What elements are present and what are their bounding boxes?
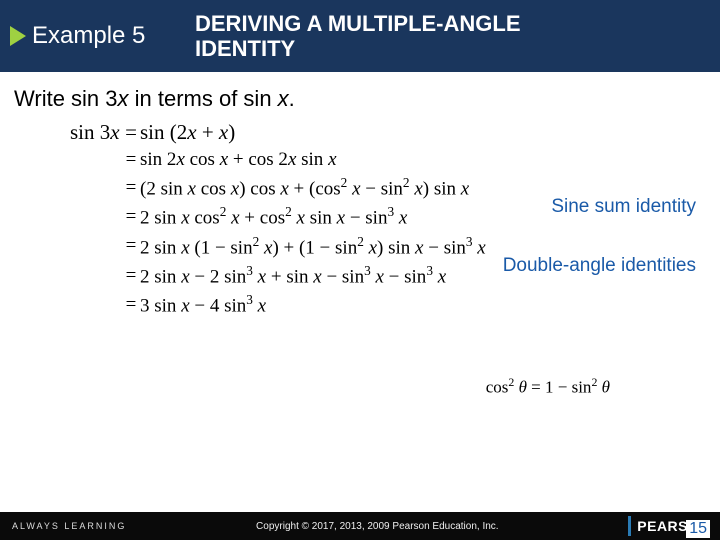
always-learning: ALWAYS LEARNING xyxy=(12,521,126,531)
page-number: 15 xyxy=(686,520,710,538)
pearson-bar-icon xyxy=(628,516,631,536)
math-line-1: sin 3x=sin (2x + x) xyxy=(70,120,720,145)
annotation-sine-sum: Sine sum identity xyxy=(551,196,696,218)
slide-footer: ALWAYS LEARNING Copyright © 2017, 2013, … xyxy=(0,512,720,540)
copyright-text: Copyright © 2017, 2013, 2009 Pearson Edu… xyxy=(256,521,499,532)
math-line-2: =sin 2x cos x + cos 2x sin x xyxy=(70,149,720,171)
example-label: Example 5 xyxy=(32,22,145,50)
prompt-text: Write sin 3x in terms of sin x. xyxy=(14,86,720,112)
prompt-post: . xyxy=(289,86,295,111)
prompt-pre: Write sin 3 xyxy=(14,86,118,111)
slide-title: DERIVING A MULTIPLE-ANGLE IDENTITY xyxy=(195,11,521,62)
slide-header: Example 5 DERIVING A MULTIPLE-ANGLE IDEN… xyxy=(0,0,720,72)
prompt-mid: in terms of sin xyxy=(129,86,278,111)
example-box: Example 5 xyxy=(0,22,195,50)
prompt-var2: x xyxy=(278,86,289,111)
title-line-1: DERIVING A MULTIPLE-ANGLE xyxy=(195,11,521,36)
play-icon xyxy=(10,26,26,46)
annotation-double-angle: Double-angle identities xyxy=(503,255,696,277)
prompt-var1: x xyxy=(118,86,129,111)
derivation-block: sin 3x=sin (2x + x) =sin 2x cos x + cos … xyxy=(70,120,720,318)
title-line-2: IDENTITY xyxy=(195,36,295,61)
math-line-7: =3 sin x − 4 sin3 x xyxy=(70,292,720,317)
annotation-cos-squared: cos2 θ = 1 − sin2 θ xyxy=(486,375,610,398)
